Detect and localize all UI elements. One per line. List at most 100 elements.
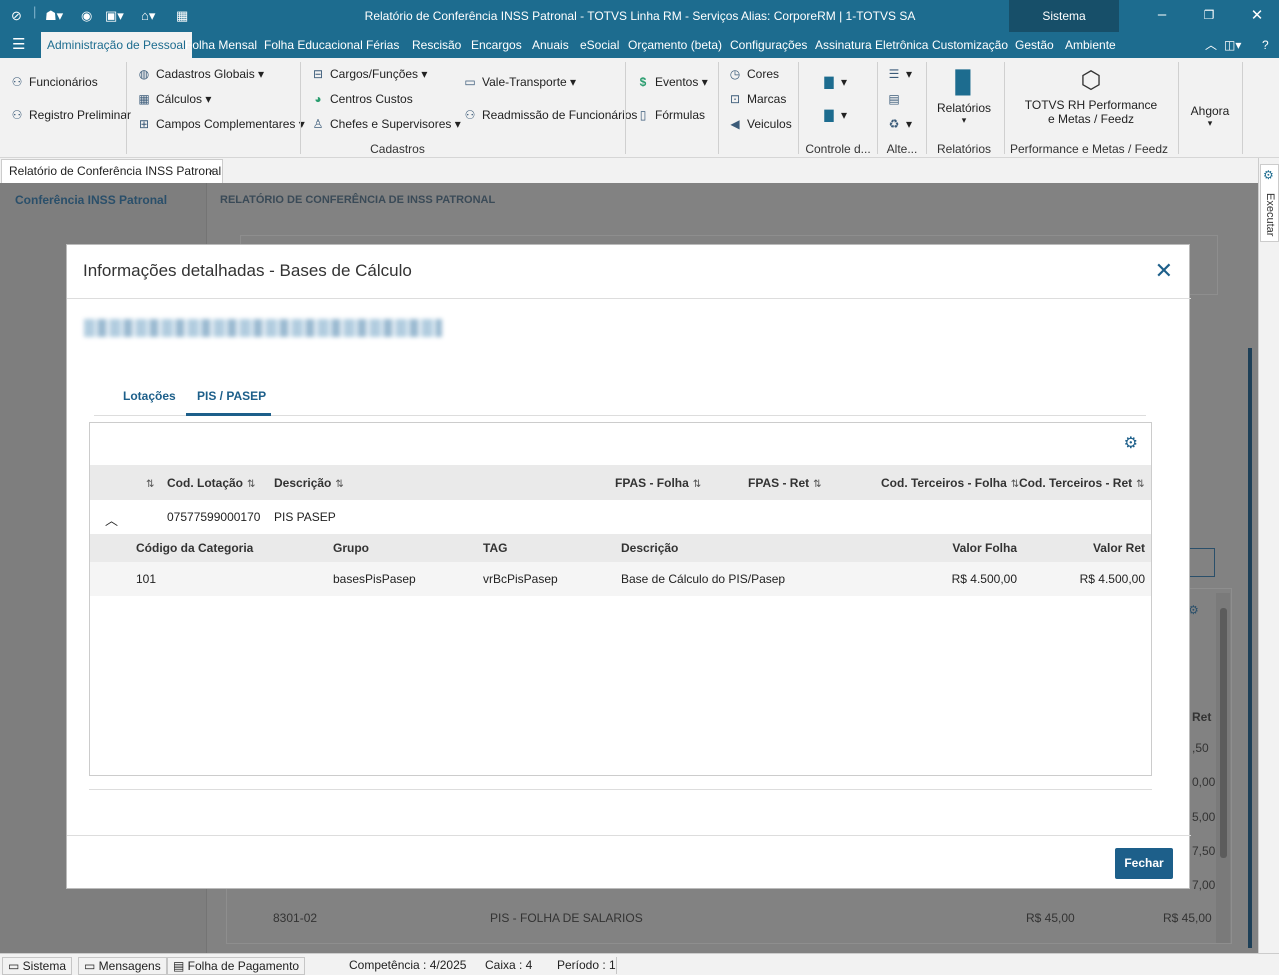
eventos-button[interactable]: $ Eventos ▾ xyxy=(636,75,708,89)
cores-button[interactable]: ◷ Cores xyxy=(728,67,779,81)
header-fpas-folha[interactable]: FPAS - Folha ⇅ xyxy=(615,476,701,490)
menu-orcamento[interactable]: Orçamento (beta) xyxy=(628,32,722,58)
menu-ambiente[interactable]: Ambiente xyxy=(1065,32,1116,58)
menu-gestao[interactable]: Gestão xyxy=(1015,32,1054,58)
ahgora-label: Ahgora xyxy=(1190,104,1230,118)
gear-icon: ⚙ xyxy=(1263,168,1274,182)
campos-complementares-button[interactable]: ⊞ Campos Complementares ▾ xyxy=(137,117,305,131)
restore-icon[interactable]: ❐ xyxy=(1199,8,1219,22)
app-menu-icon[interactable]: ☰ xyxy=(12,32,25,58)
menu-encargos[interactable]: Encargos xyxy=(471,32,522,58)
cell-descricao: Base de Cálculo do PIS/Pasep xyxy=(621,572,786,586)
funcionarios-button[interactable]: ⚇ Funcionários xyxy=(10,75,98,89)
menu-rescisao[interactable]: Rescisão xyxy=(412,32,461,58)
divider xyxy=(1178,62,1179,154)
alte-action-1[interactable]: ☰ ▾ xyxy=(887,67,912,81)
header-cod-terceiros-folha[interactable]: Cod. Terceiros - Folha ⇅ xyxy=(881,476,1019,490)
sistema-menu[interactable]: Sistema xyxy=(1009,0,1119,32)
alte-action-2[interactable]: ▤ xyxy=(887,92,906,106)
executar-label: Executar xyxy=(1264,193,1276,237)
cell-categoria: 101 xyxy=(136,572,157,586)
collapse-ribbon-icon[interactable]: ︿ xyxy=(1205,32,1217,58)
header-cod-lotacao[interactable]: Cod. Lotação ⇅ xyxy=(167,476,255,490)
doc-check-icon: ▤ xyxy=(888,92,900,106)
users-dropdown-icon[interactable]: ☗▾ xyxy=(45,8,63,24)
sort-icon: ⇅ xyxy=(335,479,344,490)
marcas-button[interactable]: ⊡ Marcas xyxy=(728,92,786,106)
menu-folha-mensal[interactable]: Folha Mensal xyxy=(185,32,257,58)
menu-administracao-pessoal[interactable]: Administração de Pessoal xyxy=(41,32,192,58)
background-row-code: 8301-02 xyxy=(273,911,318,925)
view-icon[interactable]: ◉ xyxy=(81,8,92,24)
table-row[interactable]: ︿ 07577599000170 PIS PASEP xyxy=(90,500,1151,534)
menu-anuais[interactable]: Anuais xyxy=(532,32,569,58)
background-accent-bar xyxy=(1248,348,1252,948)
tab-lotacoes[interactable]: Lotações xyxy=(123,389,176,403)
ahgora-button[interactable]: Ahgora ▾ xyxy=(1186,104,1234,129)
close-window-icon[interactable]: ✕ xyxy=(1247,6,1267,24)
veiculos-button[interactable]: ◀ Veiculos xyxy=(728,117,791,131)
controle-action-2[interactable]: ▇ ▾ xyxy=(822,108,847,122)
registro-preliminar-label: Registro Preliminar xyxy=(29,108,132,122)
close-icon[interactable]: ✕ xyxy=(1155,258,1173,284)
centros-custos-button[interactable]: ◕ Centros Custos xyxy=(311,92,412,106)
marcas-label: Marcas xyxy=(747,92,787,106)
background-value: 7,50 xyxy=(1192,844,1216,858)
cadastros-globais-button[interactable]: ◍ Cadastros Globais ▾ xyxy=(137,67,264,81)
menu-folha-educacional[interactable]: Folha Educacional xyxy=(264,32,363,58)
tab-pis-pasep[interactable]: PIS / PASEP xyxy=(197,389,266,403)
help-icon[interactable]: ? xyxy=(1262,32,1269,58)
home-dropdown-icon[interactable]: ⌂▾ xyxy=(141,8,155,24)
relatorios-button[interactable]: ▉ Relatórios ▾ xyxy=(935,70,993,126)
vale-transporte-button[interactable]: ▭ Vale-Transporte ▾ xyxy=(463,75,576,89)
status-mensagens[interactable]: ▭ Mensagens xyxy=(78,957,167,975)
fechar-button[interactable]: Fechar xyxy=(1115,848,1173,879)
layout-dropdown-icon[interactable]: ◫▾ xyxy=(1224,32,1241,58)
document-tab[interactable]: Relatório de Conferência INSS Patronal × xyxy=(1,159,223,183)
readmissao-button[interactable]: ⚇ Readmissão de Funcionários xyxy=(463,108,638,122)
window-dropdown-icon[interactable]: ▣▾ xyxy=(105,8,124,24)
pie-icon: ◕ xyxy=(314,92,322,106)
divider xyxy=(616,957,617,974)
sort-icon: ⇅ xyxy=(813,479,822,490)
background-row-desc: PIS - FOLHA DE SALARIOS xyxy=(490,911,643,925)
executar-tab[interactable]: ⚙ Executar xyxy=(1260,164,1279,242)
expand-column-sort[interactable]: ⇅ xyxy=(142,476,154,490)
close-tab-icon[interactable]: × xyxy=(208,160,215,182)
divider xyxy=(625,62,626,154)
totvs-logo-icon[interactable]: ⊘ xyxy=(11,8,22,24)
divider: | xyxy=(33,4,37,19)
alte-action-3[interactable]: ♻ ▾ xyxy=(887,117,912,131)
totvs-rh-performance-button[interactable]: ⬡ TOTVS RH Performance e Metas / Feedz xyxy=(1020,67,1162,127)
hexagon-icon: ⬡ xyxy=(1080,67,1102,94)
status-folha[interactable]: ▤ Folha de Pagamento xyxy=(167,957,306,975)
calculos-button[interactable]: ▦ Cálculos ▾ xyxy=(137,92,211,106)
header-fpas-ret[interactable]: FPAS - Ret ⇅ xyxy=(748,476,822,490)
group-controle: Controle d... xyxy=(805,142,871,156)
cargos-funcoes-button[interactable]: ⊟ Cargos/Funções ▾ xyxy=(311,67,427,81)
sort-icon: ⇅ xyxy=(1010,479,1020,490)
document-tab-label: Relatório de Conferência INSS Patronal xyxy=(9,164,222,178)
controle-action-1[interactable]: ▇ ▾ xyxy=(822,75,847,89)
collapse-chevron-icon[interactable]: ︿ xyxy=(105,510,118,529)
settings-gear-icon[interactable]: ⚙ xyxy=(1124,433,1138,453)
fields-icon: ⊞ xyxy=(138,117,150,131)
menu-assinatura-eletronica[interactable]: Assinatura Eletrônica xyxy=(815,32,928,58)
status-sistema[interactable]: ▭ Sistema xyxy=(2,957,73,975)
window-title: Relatório de Conferência INSS Patronal -… xyxy=(364,9,916,23)
menu-configuracoes[interactable]: Configurações xyxy=(730,32,807,58)
header-cod-terceiros-ret[interactable]: Cod. Terceiros - Ret ⇅ xyxy=(1019,476,1145,490)
menu-ferias[interactable]: Férias xyxy=(366,32,399,58)
data-grid: ⚙ ⇅ Cod. Lotação ⇅ Descrição ⇅ FPAS - Folh… xyxy=(89,422,1152,776)
chefes-supervisores-button[interactable]: ♙ Chefes e Supervisores ▾ xyxy=(311,117,461,131)
subgrid-row[interactable]: 101 basesPisPasep vrBcPisPasep Base de C… xyxy=(90,562,1151,596)
header-descricao[interactable]: Descrição ⇅ xyxy=(274,476,344,490)
minimize-icon[interactable]: – xyxy=(1152,6,1172,23)
grid-icon[interactable]: ▦ xyxy=(176,8,188,24)
formulas-button[interactable]: ▯ Fórmulas xyxy=(636,108,705,122)
eventos-label: Eventos xyxy=(655,75,699,89)
menu-customizacao[interactable]: Customização xyxy=(932,32,1008,58)
registro-preliminar-button[interactable]: ⚇ Registro Preliminar xyxy=(10,108,131,122)
chefes-supervisores-label: Chefes e Supervisores xyxy=(330,117,452,131)
menu-esocial[interactable]: eSocial xyxy=(580,32,619,58)
